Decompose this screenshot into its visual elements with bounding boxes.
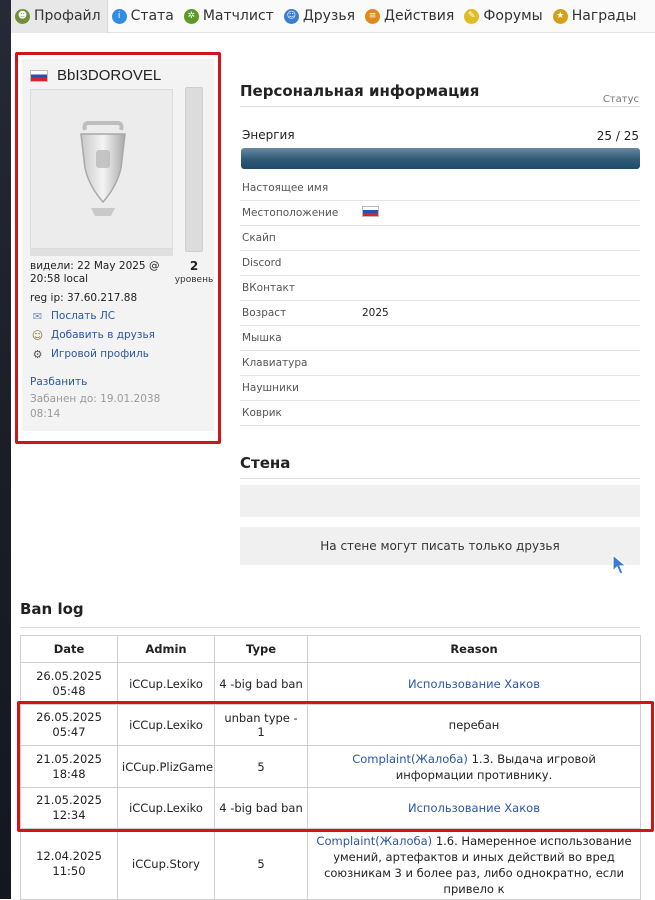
wall-notice: На стене могут писать только друзья (240, 527, 640, 565)
info-row: ВКонтакт (240, 276, 640, 301)
info-key: Настоящее имя (242, 182, 329, 194)
tab-friends[interactable]: ☺ Друзья (280, 0, 361, 33)
personal-info-table: Настоящее имя Местоположение Скайп Discord В… (240, 176, 640, 426)
reason-link[interactable]: Использование Хаков (408, 677, 540, 691)
energy-label: Энергия (242, 128, 295, 142)
info-row: Мышка (240, 326, 640, 351)
actions-icon: ≡ (365, 8, 381, 24)
info-key: Коврик (242, 407, 282, 419)
cell-admin: iCCup.Lexiko (117, 662, 215, 705)
info-key: ВКонтакт (242, 282, 295, 294)
cell-type: 4 -big bad ban (214, 662, 308, 705)
cell-reason: Complaint(Жалоба) 1.6. Намеренное исполь… (307, 828, 641, 900)
info-row: Коврик (240, 401, 640, 426)
column-header-reason: Reason (307, 635, 641, 663)
profile-tabs: ☻ Профайл i Стата ✲ Матчлист ☺ Друзья ≡ Действия ✎… (11, 0, 655, 33)
left-background-strip (0, 0, 11, 899)
cell-date: 12.04.2025 11:50 (20, 828, 118, 900)
mouse-cursor-icon (612, 554, 628, 575)
tab-stats[interactable]: i Стата (108, 0, 180, 33)
energy-bar-fill (241, 148, 640, 169)
personal-info-divider (240, 106, 640, 107)
info-row: Местоположение (240, 201, 640, 226)
highlight-box-profile (15, 52, 221, 444)
info-key: Клавиатура (242, 357, 308, 369)
tab-profile[interactable]: ☻ Профайл (11, 0, 108, 33)
ban-log-title: Ban log (20, 600, 84, 618)
tab-actions[interactable]: ≡ Действия (361, 0, 460, 33)
cell-reason: Использование Хаков (307, 662, 641, 705)
tab-label: Награды (571, 8, 637, 24)
info-row: Клавиатура (240, 351, 640, 376)
tab-label: Профайл (34, 8, 101, 24)
wall-divider (240, 478, 640, 479)
cell-date: 26.05.2025 05:48 (20, 662, 118, 705)
profile-icon: ☻ (15, 8, 30, 24)
reason-link[interactable]: Complaint(Жалоба) (316, 834, 432, 848)
info-row: Возраст 2025 (240, 301, 640, 326)
stats-icon: i (111, 8, 127, 24)
russia-flag-icon (362, 206, 379, 217)
personal-info-title: Персональная информация (240, 82, 480, 100)
tab-label: Стата (130, 8, 174, 24)
friends-icon: ☺ (283, 8, 299, 24)
wall-input-area (240, 485, 640, 517)
info-value: 2025 (362, 307, 389, 319)
tab-label: Матчлист (202, 8, 274, 24)
tab-matchlist[interactable]: ✲ Матчлист (180, 0, 280, 33)
cell-admin: iCCup.Story (117, 828, 215, 900)
info-key: Возраст (242, 307, 287, 319)
forums-icon: ✎ (464, 8, 480, 24)
ban-log-divider (20, 627, 640, 628)
column-header-type: Type (214, 635, 308, 663)
info-value (362, 206, 379, 220)
matchlist-icon: ✲ (183, 8, 199, 24)
column-header-date: Date (20, 635, 118, 663)
wall-title: Стена (240, 454, 291, 472)
info-row: Discord (240, 251, 640, 276)
info-key: Наушники (242, 382, 300, 394)
ban-log-header-row: Date Admin Type Reason (20, 635, 641, 663)
column-header-admin: Admin (117, 635, 215, 663)
info-row: Скайп (240, 226, 640, 251)
tab-label: Действия (384, 8, 455, 24)
tab-label: Форумы (483, 8, 543, 24)
info-row: Наушники (240, 376, 640, 401)
ban-log-row: 12.04.2025 11:50 iCCup.Story 5 Complaint(Жа… (20, 828, 641, 900)
status-label: Статус (602, 94, 639, 105)
energy-value: 25 / 25 (596, 129, 639, 143)
cell-type: 5 (214, 828, 308, 900)
info-row: Настоящее имя (240, 176, 640, 201)
info-key: Скайп (242, 232, 276, 244)
energy-bar (241, 148, 640, 169)
info-key: Мышка (242, 332, 282, 344)
wall-notice-text: На стене могут писать только друзья (320, 539, 560, 553)
ban-log-row: 26.05.2025 05:48 iCCup.Lexiko 4 -big bad b… (20, 662, 641, 705)
tab-label: Друзья (302, 8, 356, 24)
tab-awards[interactable]: ★ Награды (549, 0, 643, 33)
info-key: Discord (242, 257, 282, 269)
tab-forums[interactable]: ✎ Форумы (460, 0, 548, 33)
highlight-box-ban-log (17, 701, 654, 832)
awards-icon: ★ (552, 8, 568, 24)
info-key: Местоположение (242, 207, 339, 219)
